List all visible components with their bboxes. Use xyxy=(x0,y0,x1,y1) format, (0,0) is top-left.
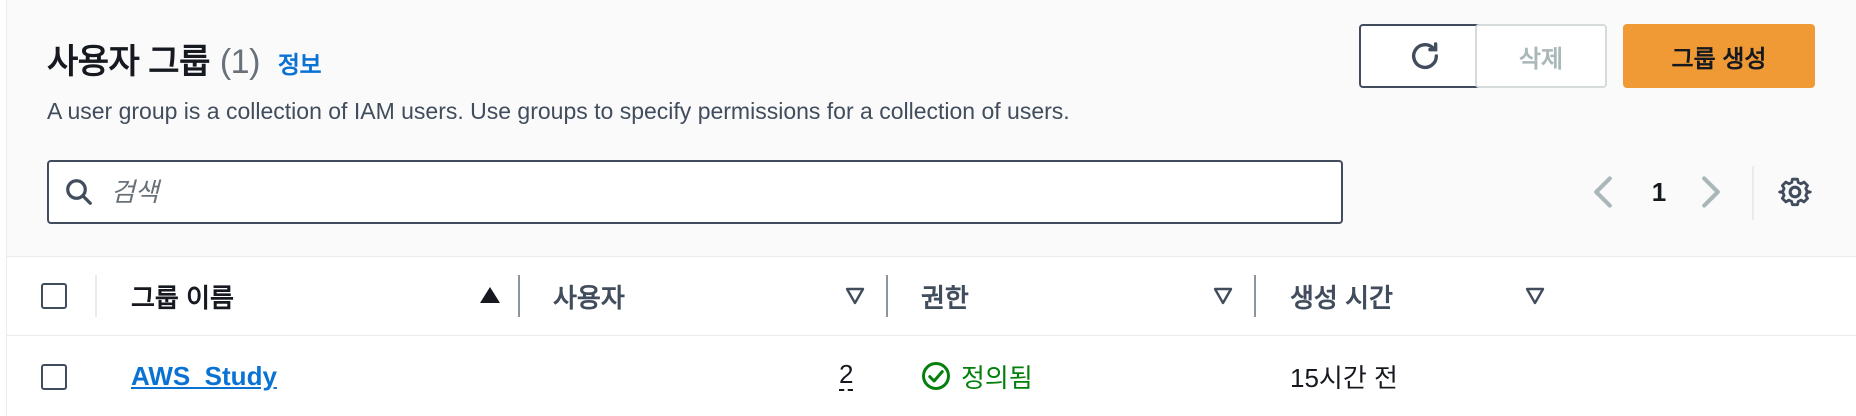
chevron-left-icon xyxy=(1594,176,1612,208)
create-group-button[interactable]: 그룹 생성 xyxy=(1623,24,1815,88)
group-count: (1) xyxy=(219,43,261,81)
page-title: 사용자 그룹 (1) 정보 xyxy=(47,34,322,83)
page-description: A user group is a collection of IAM user… xyxy=(47,98,1070,124)
refresh-icon xyxy=(1411,42,1439,69)
column-header-group-name[interactable]: 그룹 이름 xyxy=(131,257,234,335)
search-icon xyxy=(49,177,109,207)
row-checkbox[interactable] xyxy=(41,364,67,390)
search-field[interactable] xyxy=(47,160,1343,224)
column-divider xyxy=(95,275,97,317)
permission-status: 정의됨 xyxy=(921,336,1033,416)
select-all-checkbox[interactable] xyxy=(41,283,67,309)
table-header: 그룹 이름 사용자 권한 생성 시간 xyxy=(7,257,1856,336)
column-header-created[interactable]: 생성 시간 xyxy=(1290,257,1393,335)
toolbar-divider xyxy=(1752,166,1754,220)
panel-header: 사용자 그룹 (1) 정보 A user group is a collecti… xyxy=(7,0,1856,257)
current-page-number[interactable]: 1 xyxy=(1639,166,1679,218)
column-divider[interactable] xyxy=(1254,275,1256,317)
title-text: 사용자 그룹 xyxy=(47,43,210,81)
group-name-link[interactable]: AWS_Study xyxy=(131,361,277,392)
table-row: AWS_Study 2 정의됨 15시간 전 xyxy=(7,336,1856,416)
column-header-permissions[interactable]: 권한 xyxy=(921,257,969,335)
delete-button[interactable]: 삭제 xyxy=(1475,24,1607,88)
previous-page-button[interactable] xyxy=(1583,166,1623,218)
column-divider[interactable] xyxy=(518,275,520,317)
table-settings-button[interactable] xyxy=(1771,168,1819,216)
refresh-button[interactable] xyxy=(1359,24,1491,88)
sort-descending-icon[interactable] xyxy=(1213,287,1233,305)
user-groups-panel: 사용자 그룹 (1) 정보 A user group is a collecti… xyxy=(6,0,1856,416)
info-link[interactable]: 정보 xyxy=(278,45,322,80)
sort-descending-icon[interactable] xyxy=(845,287,865,305)
sort-ascending-icon[interactable] xyxy=(479,285,501,305)
permission-status-text: 정의됨 xyxy=(961,362,1033,393)
search-input[interactable] xyxy=(109,175,1341,209)
settings-gear-icon xyxy=(1778,177,1812,207)
column-header-users[interactable]: 사용자 xyxy=(553,257,625,335)
created-time: 15시간 전 xyxy=(1290,362,1398,393)
sort-descending-icon[interactable] xyxy=(1525,287,1545,305)
check-circle-icon xyxy=(922,362,950,390)
chevron-right-icon xyxy=(1702,176,1720,208)
user-count[interactable]: 2 xyxy=(839,361,854,391)
column-divider[interactable] xyxy=(886,275,888,317)
next-page-button[interactable] xyxy=(1691,166,1731,218)
